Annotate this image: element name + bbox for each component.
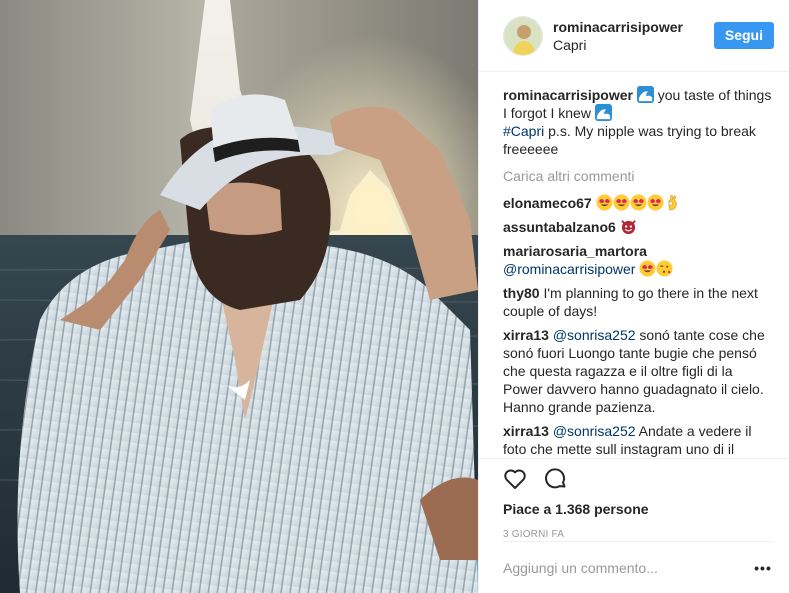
caption: rominacarrisipower you taste of things I… bbox=[503, 86, 774, 158]
header-location[interactable]: Capri bbox=[553, 36, 714, 54]
instagram-post-view: rominacarrisipower Capri Segui rominacar… bbox=[0, 0, 789, 593]
comment-item: elonameco67 bbox=[503, 194, 774, 212]
post-photo-image bbox=[0, 0, 478, 593]
comment-bubble-icon[interactable] bbox=[544, 467, 568, 491]
comment-username[interactable]: xirra13 bbox=[503, 423, 549, 439]
caption-hashtag[interactable]: #Capri bbox=[503, 123, 544, 139]
post-side-panel: rominacarrisipower Capri Segui rominacar… bbox=[478, 0, 789, 593]
action-icons bbox=[503, 459, 774, 499]
comment-item: xirra13 @sonrisa252 sonó tante cose che … bbox=[503, 326, 774, 416]
heart-eyes-emoji-icon bbox=[630, 194, 647, 211]
more-options-icon[interactable]: ••• bbox=[753, 558, 773, 578]
load-more-comments-link[interactable]: Carica altri commenti bbox=[503, 168, 774, 184]
post-header: rominacarrisipower Capri Segui bbox=[479, 0, 789, 72]
heart-eyes-emoji-icon bbox=[613, 194, 630, 211]
header-text: rominacarrisipower Capri bbox=[553, 18, 714, 54]
comment-username[interactable]: thy80 bbox=[503, 285, 540, 301]
wave-emoji-icon bbox=[636, 86, 654, 103]
comment-item: thy80 I'm planning to go there in the ne… bbox=[503, 284, 774, 320]
heart-eyes-emoji-icon bbox=[647, 194, 664, 211]
comment-mention[interactable]: @sonrisa252 bbox=[553, 423, 636, 439]
comment-item: mariarosaria_martora @rominacarrisipower bbox=[503, 242, 774, 278]
comment-username[interactable]: assuntabalzano6 bbox=[503, 219, 616, 235]
caption-username[interactable]: rominacarrisipower bbox=[503, 87, 633, 103]
comment-item: assuntabalzano6 bbox=[503, 218, 774, 236]
ok-hand-emoji-icon bbox=[664, 195, 681, 211]
post-photo[interactable] bbox=[0, 0, 478, 593]
comment-mention[interactable]: @rominacarrisipower bbox=[503, 261, 635, 277]
comment-mention[interactable]: @sonrisa252 bbox=[553, 327, 636, 343]
comment-text: I'm planning to go there in the next cou… bbox=[503, 285, 758, 319]
comment-item: xirra13 @sonrisa252 Andate a vedere il f… bbox=[503, 422, 774, 457]
wave-emoji-icon bbox=[594, 104, 612, 121]
comment-username[interactable]: mariarosaria_martora bbox=[503, 243, 647, 259]
avatar-image bbox=[504, 16, 542, 55]
heart-eyes-emoji-icon bbox=[639, 260, 656, 277]
heart-outline-icon[interactable] bbox=[503, 467, 527, 491]
comment-container: elonameco67 assuntabalzano6 mariarosaria… bbox=[503, 194, 774, 457]
devil-emoji-icon bbox=[620, 219, 637, 235]
header-username[interactable]: rominacarrisipower bbox=[553, 18, 714, 36]
avatar[interactable] bbox=[503, 15, 543, 56]
likes-count[interactable]: Piace a 1.368 persone bbox=[503, 501, 774, 517]
add-comment-bar: ••• bbox=[503, 541, 773, 593]
comments-list[interactable]: rominacarrisipower you taste of things I… bbox=[479, 72, 789, 457]
post-timestamp: 3 giorni fa bbox=[503, 529, 565, 540]
comment-username[interactable]: xirra13 bbox=[503, 327, 549, 343]
kiss-wink-emoji-icon bbox=[656, 260, 673, 277]
comment-username[interactable]: elonameco67 bbox=[503, 195, 592, 211]
heart-eyes-emoji-icon bbox=[596, 194, 613, 211]
add-comment-input[interactable] bbox=[503, 559, 753, 576]
follow-button[interactable]: Segui bbox=[713, 22, 774, 49]
